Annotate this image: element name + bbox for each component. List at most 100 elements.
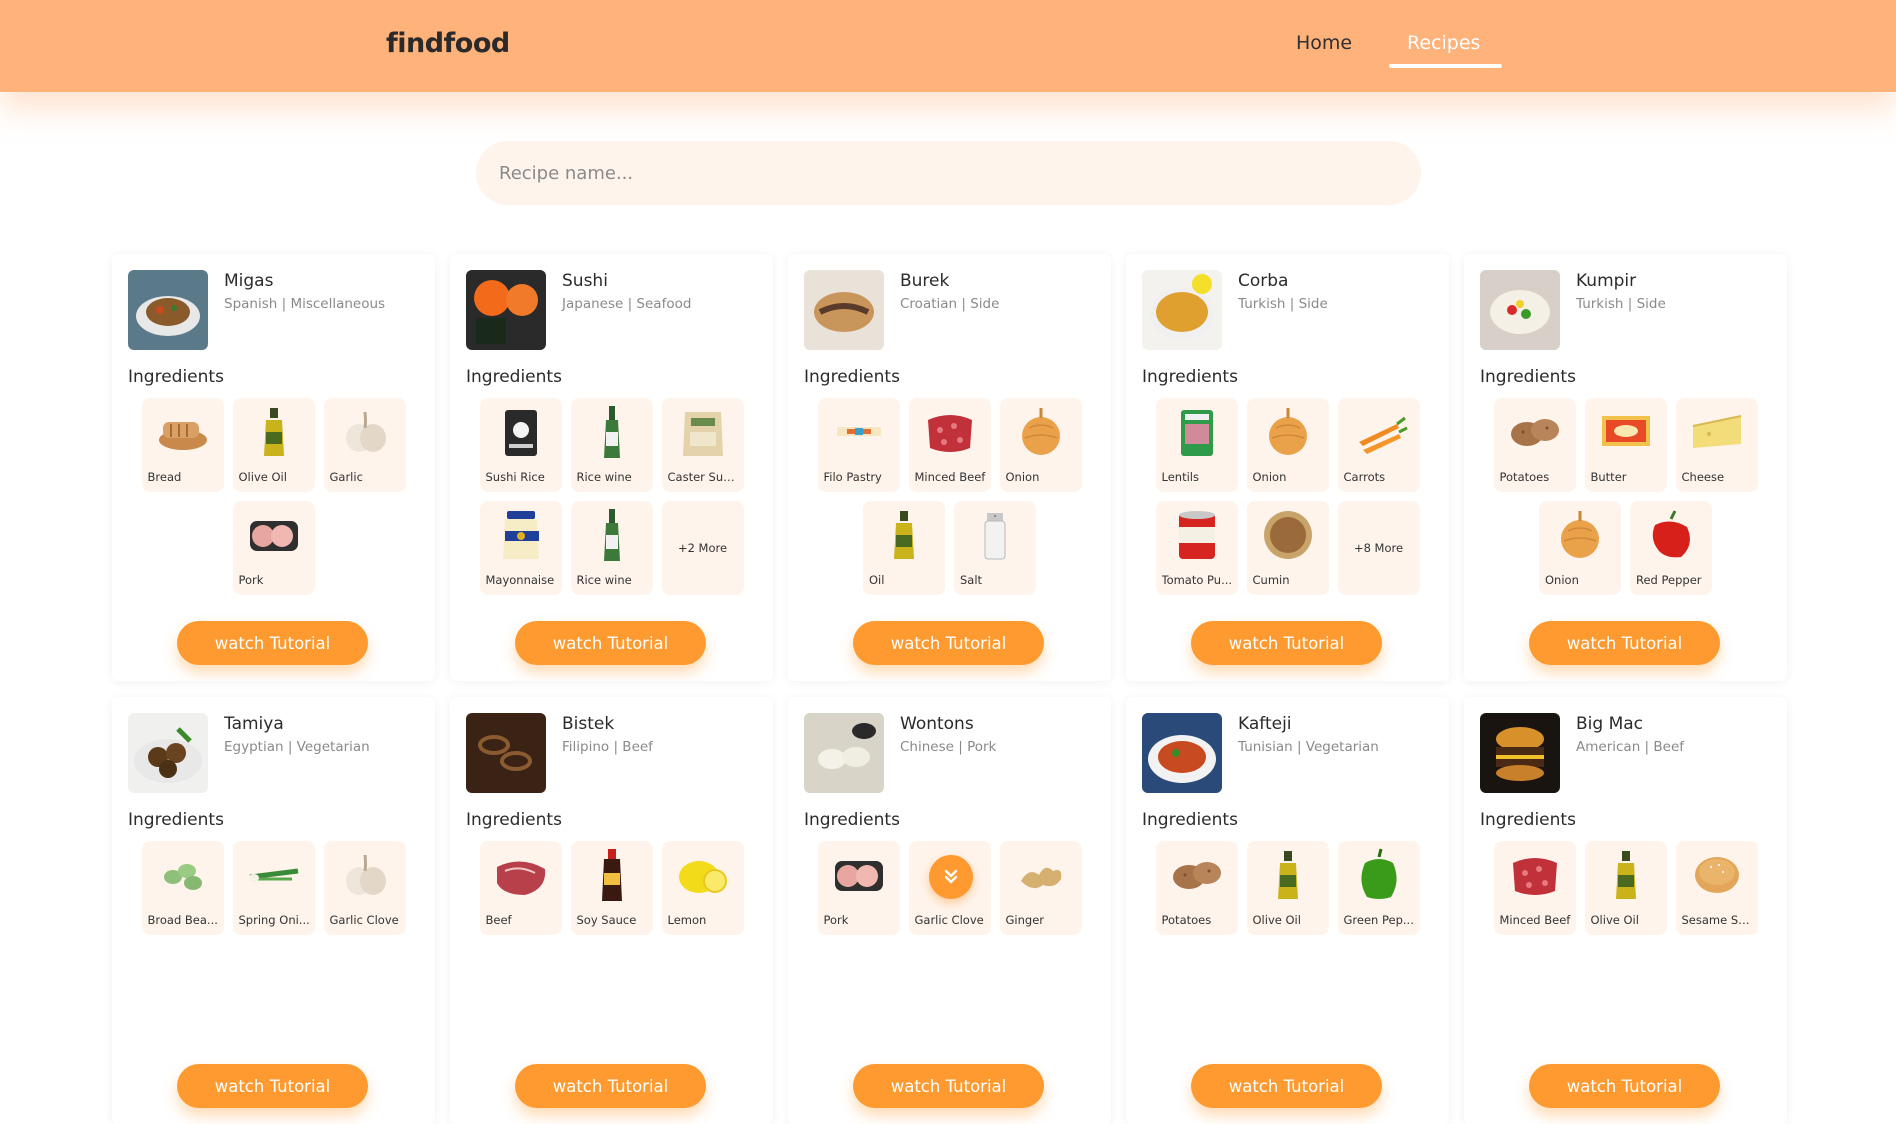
recipe-cuisine-category: Spanish | Miscellaneous <box>224 296 386 312</box>
ingredient-tile[interactable]: Sushi Rice <box>479 398 562 492</box>
red-pepper-icon <box>1641 505 1701 565</box>
watch-tutorial-button[interactable]: watch Tutorial <box>177 1064 368 1108</box>
watch-tutorial-button[interactable]: watch Tutorial <box>1529 621 1720 665</box>
ingredient-tile[interactable]: Onion <box>999 398 1082 492</box>
ingredient-label: Rice wine <box>576 573 632 587</box>
recipe-thumbnail[interactable] <box>128 713 208 793</box>
tomato-can-icon <box>1167 505 1227 565</box>
ingredient-tile[interactable]: Lemon <box>661 841 744 935</box>
ingredient-tile[interactable]: Potatoes <box>1493 398 1576 492</box>
ingredient-tile[interactable]: Soy Sauce <box>570 841 653 935</box>
ingredient-tile[interactable]: Caster Sug... <box>661 398 744 492</box>
recipe-name: Burek <box>900 271 950 291</box>
ingredient-tile[interactable]: Broad Bea... <box>141 841 224 935</box>
ingredient-label: Potatoes <box>1499 470 1550 484</box>
ingredient-tile[interactable]: Cumin <box>1246 501 1329 595</box>
recipe-thumbnail[interactable] <box>1142 270 1222 350</box>
garlic-icon <box>335 402 395 462</box>
ingredient-label: Carrots <box>1343 470 1386 484</box>
mayonnaise-icon <box>491 505 551 565</box>
ingredient-tile[interactable]: Olive Oil <box>1584 841 1667 935</box>
ingredient-tile[interactable]: Pork <box>232 501 315 595</box>
ingredient-tile[interactable]: Minced Beef <box>908 398 991 492</box>
nav-link-recipes[interactable]: Recipes <box>1407 32 1480 54</box>
recipe-name: Wontons <box>900 714 974 734</box>
ingredient-label: Caster Sug... <box>667 470 740 484</box>
scroll-down-button[interactable] <box>929 855 973 899</box>
ingredient-label: Green Pep... <box>1343 913 1414 927</box>
watch-tutorial-button[interactable]: watch Tutorial <box>853 1064 1044 1108</box>
recipe-cuisine-category: Chinese | Pork <box>900 739 997 755</box>
ingredient-tile[interactable]: Filo Pastry <box>817 398 900 492</box>
ingredient-tile[interactable]: Beef <box>479 841 562 935</box>
ingredient-tile[interactable]: Garlic Clove <box>323 841 406 935</box>
recipe-card: Corba Turkish | Side Ingredients Lentils Oni… <box>1126 254 1449 681</box>
ingredient-tile[interactable]: Bread <box>141 398 224 492</box>
ingredients-heading: Ingredients <box>466 810 562 830</box>
watch-tutorial-button[interactable]: watch Tutorial <box>515 1064 706 1108</box>
ingredient-label: Soy Sauce <box>576 913 637 927</box>
ingredient-tile[interactable]: Sesame Se... <box>1675 841 1758 935</box>
ingredient-tile[interactable]: Cheese <box>1675 398 1758 492</box>
recipe-name: Sushi <box>562 271 608 291</box>
ingredient-label: Garlic Clove <box>914 913 984 927</box>
recipe-cuisine-category: American | Beef <box>1576 739 1684 755</box>
recipe-search-input[interactable] <box>476 141 1421 205</box>
ingredient-label: +2 More <box>677 541 728 555</box>
onion-icon <box>1258 402 1318 462</box>
ingredient-tile[interactable]: Garlic <box>323 398 406 492</box>
recipe-card: Kumpir Turkish | Side Ingredients Potatoes B… <box>1464 254 1787 681</box>
ingredient-list: Bread Olive Oil Garlic Pork <box>128 398 419 595</box>
ingredient-tile[interactable]: Green Pep... <box>1337 841 1420 935</box>
ingredient-label: Spring Oni... <box>238 913 310 927</box>
ingredient-tile[interactable]: Red Pepper <box>1630 501 1712 595</box>
watch-tutorial-button[interactable]: watch Tutorial <box>1191 621 1382 665</box>
pork-icon <box>829 845 889 905</box>
ingredient-tile[interactable]: Onion <box>1539 501 1621 595</box>
logo[interactable]: findfood <box>386 28 510 59</box>
chevrons-down-icon <box>944 869 958 884</box>
ingredient-tile[interactable]: Spring Oni... <box>232 841 315 935</box>
nav-link-home[interactable]: Home <box>1296 32 1352 54</box>
recipe-card: Migas Spanish | Miscellaneous Ingredients B… <box>112 254 435 681</box>
watch-tutorial-button[interactable]: watch Tutorial <box>515 621 706 665</box>
ingredient-tile[interactable]: Mayonnaise <box>479 501 562 595</box>
ingredient-label: Red Pepper <box>1636 573 1702 587</box>
recipe-thumbnail[interactable] <box>804 713 884 793</box>
ingredient-tile[interactable]: Minced Beef <box>1493 841 1576 935</box>
ingredient-tile[interactable]: Onion <box>1246 398 1329 492</box>
watch-tutorial-button[interactable]: watch Tutorial <box>1191 1064 1382 1108</box>
recipe-thumbnail[interactable] <box>1480 270 1560 350</box>
pork-icon <box>244 505 304 565</box>
ingredient-tile[interactable]: Pork <box>817 841 900 935</box>
ingredient-label: Olive Oil <box>238 470 287 484</box>
ingredient-label: Salt <box>960 573 983 587</box>
recipe-thumbnail[interactable] <box>804 270 884 350</box>
ingredient-tile[interactable]: Carrots <box>1337 398 1420 492</box>
ingredient-tile[interactable]: Olive Oil <box>232 398 315 492</box>
ingredient-tile[interactable]: Rice wine <box>570 501 653 595</box>
ingredient-tile[interactable]: Ginger <box>999 841 1082 935</box>
recipe-thumbnail[interactable] <box>466 713 546 793</box>
recipe-thumbnail[interactable] <box>1142 713 1222 793</box>
watch-tutorial-button[interactable]: watch Tutorial <box>853 621 1044 665</box>
ingredient-tile[interactable]: Rice wine <box>570 398 653 492</box>
green-pepper-icon <box>1349 845 1409 905</box>
recipe-thumbnail[interactable] <box>466 270 546 350</box>
ingredient-tile[interactable]: Lentils <box>1155 398 1238 492</box>
watch-tutorial-button[interactable]: watch Tutorial <box>1529 1064 1720 1108</box>
more-ingredients-tile[interactable]: +8 More <box>1337 501 1420 595</box>
ingredient-tile[interactable]: Tomato Pu... <box>1155 501 1238 595</box>
watch-tutorial-button[interactable]: watch Tutorial <box>177 621 368 665</box>
ingredient-tile[interactable]: Butter <box>1584 398 1667 492</box>
recipe-card: Sushi Japanese | Seafood Ingredients Sushi … <box>450 254 773 681</box>
more-ingredients-tile[interactable]: +2 More <box>661 501 744 595</box>
recipe-card: Big Mac American | Beef Ingredients Minced … <box>1464 697 1787 1124</box>
recipe-thumbnail[interactable] <box>128 270 208 350</box>
ingredient-tile[interactable]: Oil <box>863 501 945 595</box>
ingredient-tile[interactable]: Potatoes <box>1155 841 1238 935</box>
recipe-thumbnail[interactable] <box>1480 713 1560 793</box>
top-nav-bar: findfood Home Recipes <box>0 0 1896 92</box>
ingredient-tile[interactable]: Salt <box>954 501 1036 595</box>
ingredient-tile[interactable]: Olive Oil <box>1246 841 1329 935</box>
